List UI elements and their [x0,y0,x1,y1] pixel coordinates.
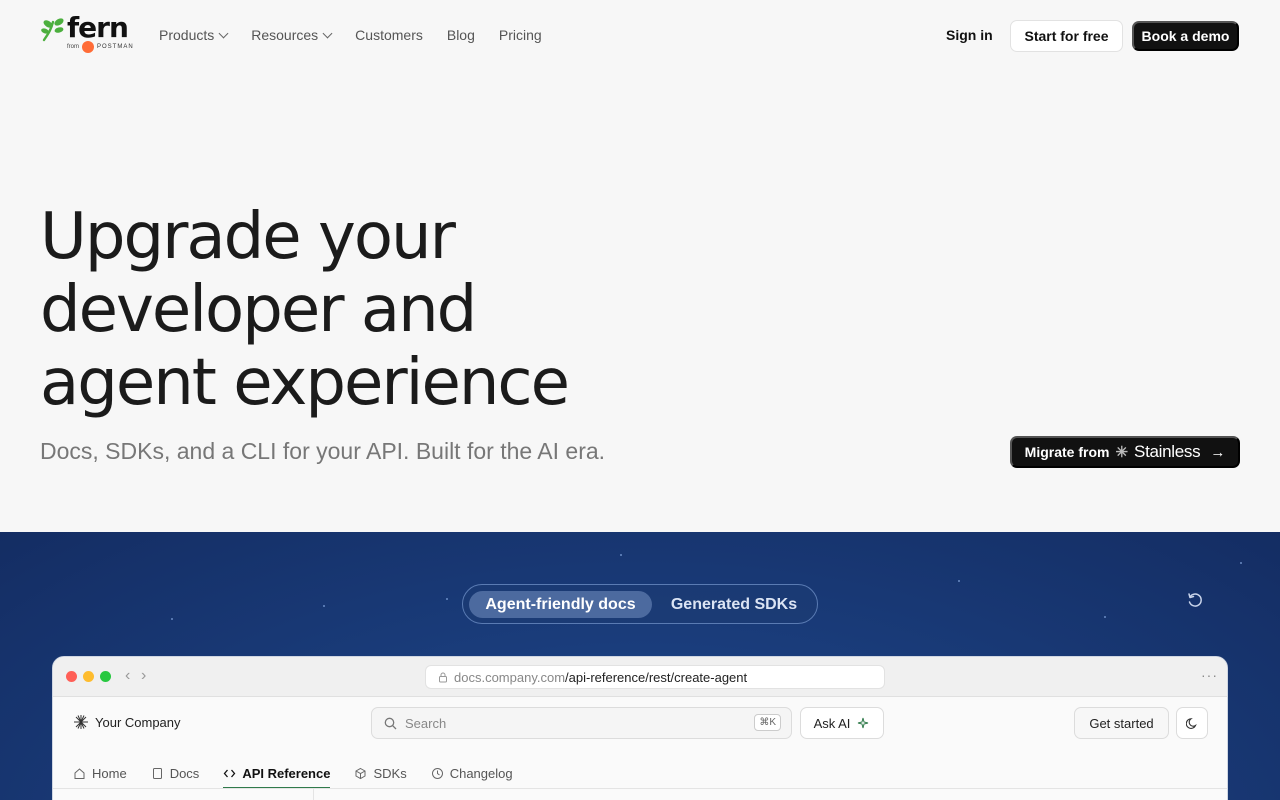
nav-customers[interactable]: Customers [355,27,423,43]
stainless-logo-icon: ✳ [1115,444,1129,461]
company-name: Your Company [95,714,181,730]
home-icon [74,767,85,779]
search-icon [384,717,397,729]
star-decoration [1104,616,1106,618]
nav-blog[interactable]: Blog [447,27,475,43]
tab-generated-sdks[interactable]: Generated SDKs [659,591,809,618]
tab-docs-label: Docs [169,765,200,781]
postman-label: POSTMAN [97,44,134,50]
close-window-dot[interactable] [66,671,77,682]
hero-title-line: developer and [40,273,477,347]
arrow-right-icon: → [1210,443,1226,461]
product-showcase: Agent-friendly docs Generated SDKs ‹ › d… [0,532,1280,800]
tab-changelog[interactable]: Changelog [431,759,513,787]
code-icon [223,769,236,777]
chevron-down-icon [322,28,333,38]
cube-icon [355,767,366,779]
sparkle-icon [858,717,869,728]
fern-logo[interactable]: fern from POSTMAN [40,11,133,56]
logo-from-label: from [67,44,79,50]
clock-icon [431,767,443,779]
logo-byline: from POSTMAN [67,41,134,53]
book-icon [152,767,162,779]
star-decoration [1240,562,1242,564]
logo-wordmark: fern [67,11,129,44]
hero-title-line: agent experience [40,346,570,420]
hero-title: Upgrade your developer and agent experie… [40,200,570,420]
hero-title-line: Upgrade your [40,200,456,274]
migrate-prefix: Migrate from [1024,444,1110,460]
showcase-toggle: Agent-friendly docs Generated SDKs [462,584,818,624]
star-decoration [446,598,448,600]
tab-sdks-label: SDKs [373,765,407,781]
tab-api-reference-label: API Reference [242,765,331,781]
ask-ai-button[interactable]: Ask AI [800,707,884,739]
stainless-label: Stainless [1134,442,1201,461]
ask-ai-label: Ask AI [813,715,851,731]
tab-home[interactable]: Home [73,759,127,787]
primary-nav: Products Resources Customers Blog Pricin… [159,27,542,43]
hero-subtitle: Docs, SDKs, and a CLI for your API. Buil… [40,438,606,464]
docs-brand[interactable]: Your Company [73,714,181,730]
tab-home-label: Home [92,765,127,781]
book-demo-button[interactable]: Book a demo [1132,21,1239,51]
tab-sdks[interactable]: SDKs [354,759,407,787]
tab-agent-friendly-docs[interactable]: Agent-friendly docs [469,591,652,618]
url-path: /api-reference/rest/create-agent [565,669,748,685]
migrate-from-stainless-button[interactable]: Migrate from ✳ Stainless → [1010,436,1240,468]
forward-arrow-icon[interactable]: › [141,667,146,685]
company-logo-icon [74,715,88,729]
minimize-window-dot[interactable] [83,671,94,682]
replay-icon[interactable] [1186,591,1204,609]
postman-icon [82,41,94,53]
nav-pricing[interactable]: Pricing [499,27,542,43]
url-host: docs.company.com [454,669,566,685]
star-decoration [620,554,622,556]
browser-mockup: ‹ › docs.company.com /api-reference/rest… [52,656,1228,800]
sign-in-link[interactable]: Sign in [946,27,993,43]
get-started-button[interactable]: Get started [1074,707,1169,739]
docs-tabs: Home Docs API Reference SDKs Changelog [73,759,513,789]
tabs-divider [53,788,1227,789]
nav-resources[interactable]: Resources [251,27,333,43]
nav-products-label: Products [159,27,215,43]
nav-products[interactable]: Products [159,27,229,43]
start-for-free-button[interactable]: Start for free [1010,20,1123,52]
browser-toolbar: ‹ › docs.company.com /api-reference/rest… [53,657,1227,697]
search-placeholder: Search [405,715,447,731]
top-nav: fern from POSTMAN Products Resources Cus… [0,0,1280,72]
maximize-window-dot[interactable] [100,671,111,682]
star-decoration [171,618,173,620]
search-shortcut: ⌘K [754,714,781,731]
lock-icon [439,672,447,682]
dark-mode-toggle[interactable] [1176,707,1208,739]
nav-resources-label: Resources [251,27,319,43]
moon-icon [1185,717,1197,729]
docs-search-input[interactable]: Search ⌘K [371,707,792,739]
tab-changelog-label: Changelog [449,765,513,781]
fern-leaf-icon [41,18,64,42]
tab-docs[interactable]: Docs [151,759,200,787]
back-arrow-icon[interactable]: ‹ [125,667,130,685]
star-decoration [323,605,325,607]
address-bar[interactable]: docs.company.com /api-reference/rest/cre… [425,665,885,689]
sidebar-divider [313,789,314,800]
more-options-icon[interactable]: ··· [1201,667,1218,683]
star-decoration [958,580,960,582]
chevron-down-icon [218,28,229,38]
tab-api-reference[interactable]: API Reference [223,759,331,789]
